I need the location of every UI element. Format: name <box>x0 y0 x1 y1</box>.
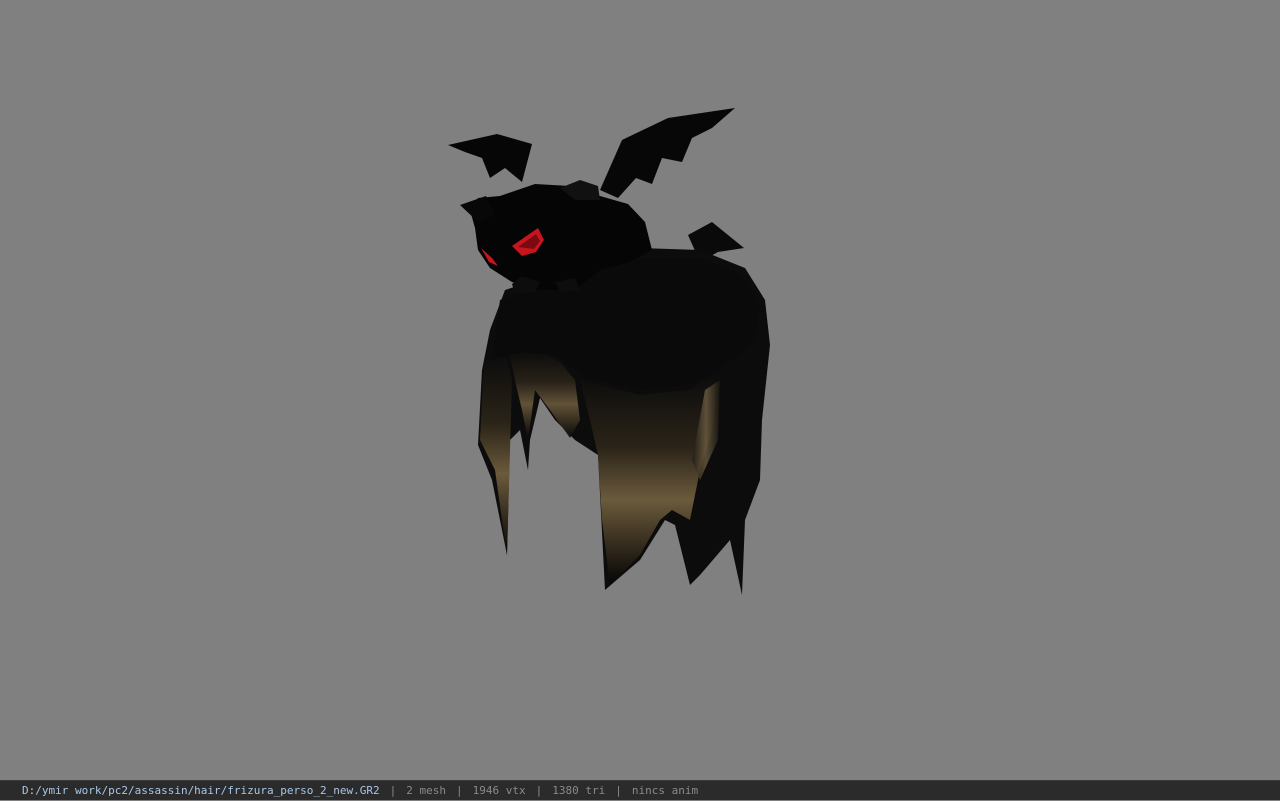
separator: | <box>389 784 397 797</box>
status-bar: D:/ymir work/pc2/assassin/hair/frizura_p… <box>0 780 1280 800</box>
left-wing <box>448 134 532 182</box>
animation-status: nincs anim <box>631 784 699 797</box>
bat-hair-model-icon <box>448 108 770 595</box>
file-path: D:/ymir work/pc2/assassin/hair/frizura_p… <box>22 784 380 797</box>
3d-viewport[interactable] <box>0 0 1280 780</box>
separator: | <box>456 784 463 797</box>
separator: | <box>615 784 622 797</box>
vertex-count: 1946 vtx <box>472 784 526 797</box>
separator: | <box>535 784 543 797</box>
right-wing <box>600 108 735 198</box>
triangle-count: 1380 tri <box>552 784 606 797</box>
mesh-count: 2 mesh <box>406 784 446 797</box>
